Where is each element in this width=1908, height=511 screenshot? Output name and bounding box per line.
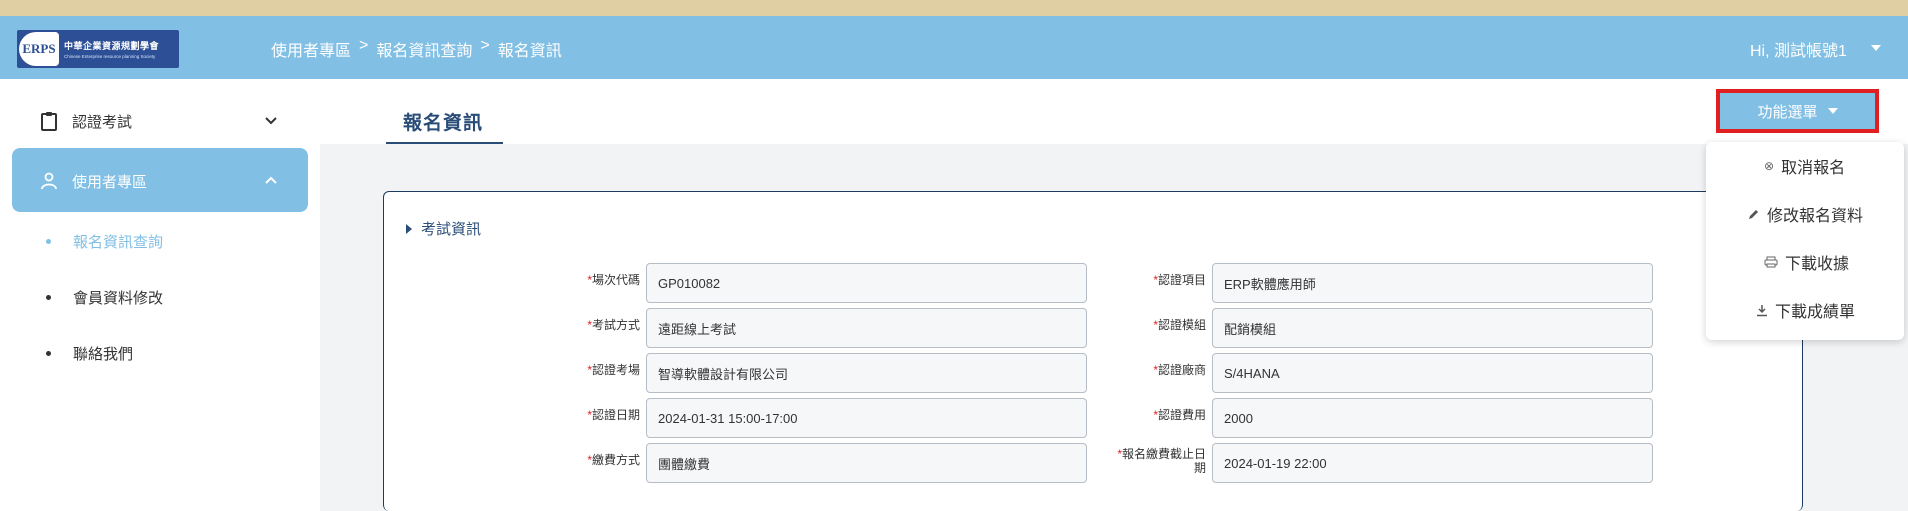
- sidebar-subitem-member-edit[interactable]: 會員資料修改: [46, 287, 163, 308]
- breadcrumb-registration-info: 報名資訊: [497, 43, 562, 60]
- field-label-cert-module: *認證模組: [1153, 318, 1206, 332]
- menu-item-label: 下載收據: [1785, 256, 1850, 273]
- caret-right-icon: [406, 223, 412, 234]
- page-title: 報名資訊: [403, 113, 484, 134]
- cert-vendor-field[interactable]: S/4HANA: [1212, 353, 1653, 393]
- breadcrumb-user-area[interactable]: 使用者專區: [271, 37, 351, 60]
- clipboard-icon: [41, 112, 57, 131]
- page-title-underline: [386, 142, 503, 144]
- cert-item-field[interactable]: ERP軟體應用師: [1212, 263, 1653, 303]
- caret-down-icon: [1827, 108, 1838, 114]
- user-menu-caret-icon[interactable]: [1871, 45, 1881, 51]
- logo-mark: ERPS: [19, 32, 59, 66]
- sidebar-item-label: 使用者專區: [72, 173, 148, 191]
- bullet: [46, 239, 51, 244]
- breadcrumb: 使用者專區 > 報名資訊查詢 > 報名資訊: [271, 37, 562, 60]
- exam-date-field[interactable]: 2024-01-31 15:00-17:00: [646, 398, 1087, 438]
- field-label-payment-method: *繳費方式: [587, 453, 640, 467]
- menu-item-cancel-registration[interactable]: ⊗ 取消報名: [1764, 154, 1845, 178]
- user-menu-greeting[interactable]: Hi, 測試帳號1: [1750, 37, 1847, 61]
- bullet: [46, 295, 51, 300]
- menu-item-download-transcript[interactable]: 下載成績單: [1756, 298, 1855, 322]
- cert-fee-field[interactable]: 2000: [1212, 398, 1653, 438]
- sidebar-item-label: 認證考試: [72, 113, 133, 131]
- logo-subtitle: Chinese Enterprise resource planning Soc…: [64, 54, 156, 59]
- logo-title: 中華企業資源規劃學會: [64, 41, 160, 51]
- sidebar-subitem-label: 會員資料修改: [73, 290, 164, 307]
- session-code-field[interactable]: GP010082: [646, 263, 1087, 303]
- cancel-circle-icon: ⊗: [1764, 159, 1775, 173]
- logo-text: 中華企業資源規劃學會 Chinese Enterprise resource p…: [64, 39, 159, 59]
- field-label-exam-date: *認證日期: [587, 408, 640, 422]
- sidebar-subitem-label: 聯絡我們: [73, 346, 134, 363]
- menu-item-download-receipt[interactable]: 下載收據: [1764, 250, 1849, 274]
- chevron-down-icon[interactable]: [264, 116, 278, 126]
- printer-icon: [1764, 256, 1778, 268]
- sidebar-subitem-registration-query[interactable]: 報名資訊查詢: [46, 231, 163, 252]
- user-icon: [41, 172, 57, 190]
- sidebar-subitem-contact-us[interactable]: 聯絡我們: [46, 343, 133, 364]
- breadcrumb-separator: >: [359, 37, 369, 54]
- exam-info-section-toggle[interactable]: 考試資訊: [406, 218, 481, 239]
- sidebar-item-user-area[interactable]: 使用者專區: [40, 170, 280, 192]
- bullet: [46, 351, 51, 356]
- field-label-session-code: *場次代碼: [587, 273, 640, 287]
- top-strip: [0, 0, 1908, 16]
- function-menu-dropdown: ⊗ 取消報名 修改報名資料 下載收據 下載成績單: [1706, 142, 1904, 340]
- erps-logo[interactable]: ERPS 中華企業資源規劃學會 Chinese Enterprise resou…: [17, 30, 179, 68]
- field-label-cert-fee: *認證費用: [1153, 408, 1206, 422]
- cert-module-field[interactable]: 配銷模組: [1212, 308, 1653, 348]
- function-menu-button[interactable]: 功能選單: [1716, 89, 1879, 133]
- field-label-cert-vendor: *認證廠商: [1153, 363, 1206, 377]
- menu-item-edit-registration[interactable]: 修改報名資料: [1748, 202, 1863, 226]
- exam-method-field[interactable]: 遠距線上考試: [646, 308, 1087, 348]
- sidebar-subitem-label: 報名資訊查詢: [73, 234, 164, 251]
- section-title: 考試資訊: [421, 221, 482, 238]
- menu-item-label: 下載成績單: [1775, 304, 1856, 321]
- field-label-exam-venue: *認證考場: [587, 363, 640, 377]
- menu-item-label: 修改報名資料: [1767, 208, 1864, 225]
- download-icon: [1757, 304, 1767, 316]
- pencil-icon: [1749, 210, 1758, 219]
- menu-item-label: 取消報名: [1781, 160, 1846, 177]
- sidebar-item-certification-exam[interactable]: 認證考試: [40, 110, 280, 132]
- function-menu-label: 功能選單: [1757, 103, 1818, 121]
- field-label-cert-item: *認證項目: [1153, 273, 1206, 287]
- breadcrumb-registration-query[interactable]: 報名資訊查詢: [376, 37, 472, 60]
- field-label-payment-deadline: *報名繳費截止日期: [1117, 447, 1206, 475]
- payment-method-field[interactable]: 團體繳費: [646, 443, 1087, 483]
- breadcrumb-separator: >: [480, 37, 490, 54]
- exam-venue-field[interactable]: 智導軟體設計有限公司: [646, 353, 1087, 393]
- payment-deadline-field[interactable]: 2024-01-19 22:00: [1212, 443, 1653, 483]
- chevron-up-icon[interactable]: [264, 175, 278, 185]
- field-label-exam-method: *考試方式: [587, 318, 640, 332]
